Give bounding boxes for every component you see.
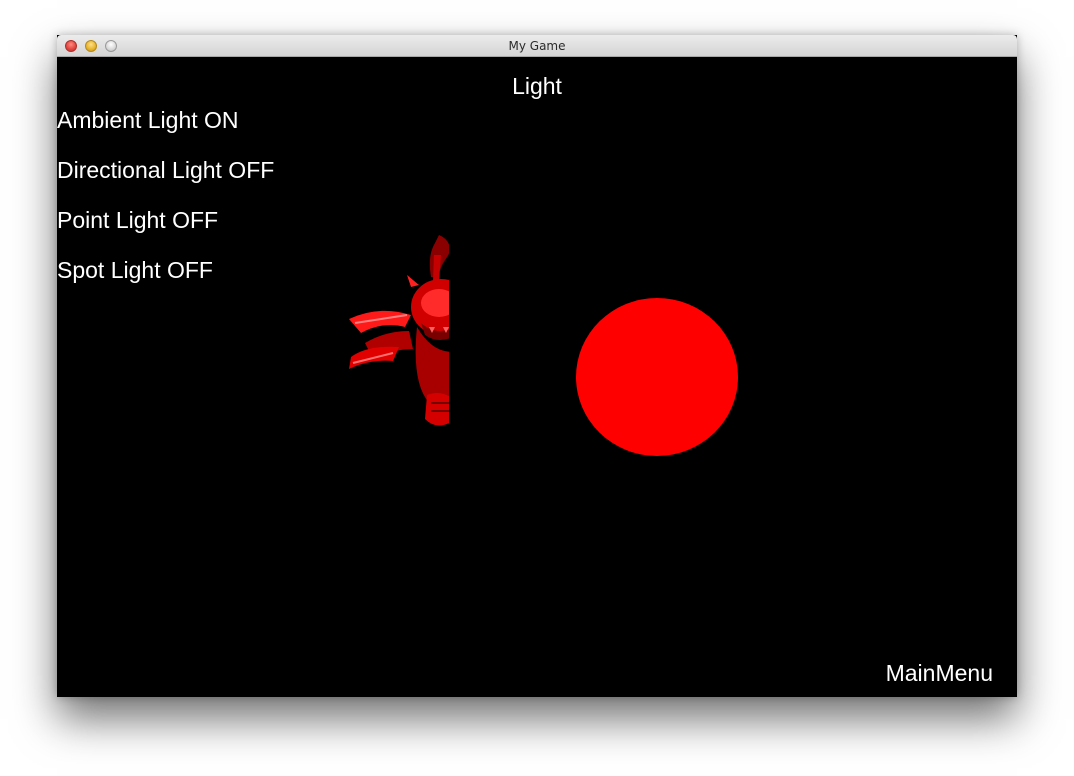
point-light-toggle[interactable]: Point Light OFF — [57, 207, 218, 234]
spot-light-toggle[interactable]: Spot Light OFF — [57, 257, 213, 284]
game-viewport[interactable]: Light Ambient Light ON Directional Light… — [57, 57, 1017, 697]
ambient-light-toggle[interactable]: Ambient Light ON — [57, 107, 239, 134]
directional-light-toggle[interactable]: Directional Light OFF — [57, 157, 274, 184]
scene-title: Light — [512, 73, 562, 99]
main-menu-button[interactable]: MainMenu — [886, 660, 993, 687]
title-bar[interactable]: My Game — [57, 35, 1017, 57]
window-title: My Game — [508, 39, 566, 53]
orc-character-model — [349, 235, 449, 426]
game-window: My Game Light Ambient Light ON Direction… — [57, 35, 1017, 697]
red-sphere — [576, 298, 738, 456]
